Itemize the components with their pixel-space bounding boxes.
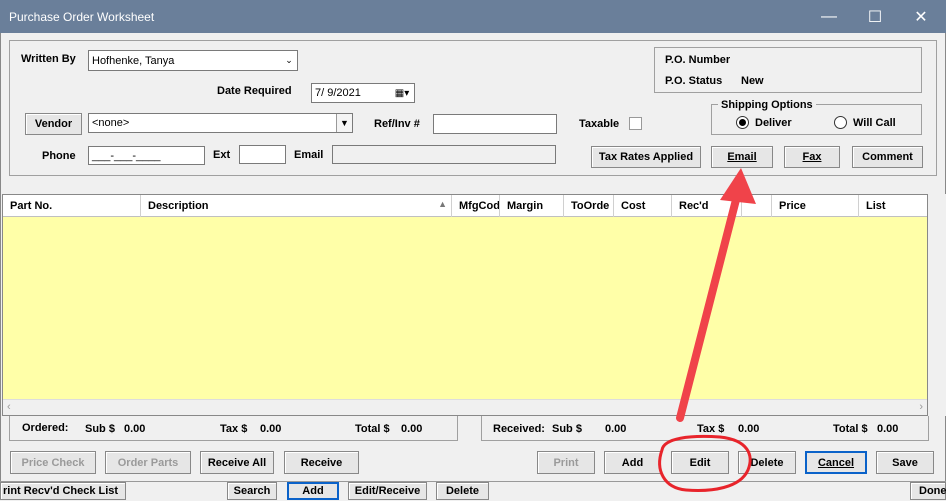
- cancel-button[interactable]: Cancel: [805, 451, 867, 474]
- deliver-label: Deliver: [755, 117, 792, 129]
- received-total-label: Total $: [833, 423, 868, 435]
- scroll-right-icon[interactable]: ›: [919, 401, 923, 413]
- column-part-no[interactable]: Part No.: [3, 195, 141, 217]
- written-by-value: Hofhenke, Tanya: [92, 54, 175, 67]
- will-call-radio[interactable]: [834, 116, 847, 129]
- close-icon: ✕: [914, 8, 928, 26]
- bg-done-button[interactable]: Done: [910, 482, 946, 500]
- received-label: Received:: [493, 423, 545, 435]
- ref-inv-input[interactable]: [433, 114, 557, 134]
- deliver-radio[interactable]: [736, 116, 749, 129]
- fax-button[interactable]: Fax: [784, 146, 840, 168]
- ext-label: Ext: [213, 149, 231, 161]
- ordered-sub-value: 0.00: [124, 423, 146, 435]
- maximize-button[interactable]: ☐: [852, 0, 898, 33]
- ref-inv-label: Ref/Inv #: [374, 118, 420, 130]
- column-toorder[interactable]: ToOrde: [564, 195, 614, 217]
- bg-add-button[interactable]: Add: [287, 482, 339, 500]
- vertical-scrollbar[interactable]: [928, 194, 946, 416]
- written-by-combo[interactable]: Hofhenke, Tanya ⌄: [88, 50, 298, 71]
- calendar-icon[interactable]: ▦▾: [390, 84, 414, 102]
- shipping-options-title: Shipping Options: [718, 99, 816, 111]
- po-status-label: P.O. Status: [665, 75, 723, 87]
- phone-label: Phone: [42, 150, 76, 162]
- taxable-checkbox[interactable]: [629, 117, 642, 130]
- date-required-field[interactable]: 7/ 9/2021 ▦▾: [311, 83, 415, 103]
- ordered-total-label: Total $: [355, 423, 390, 435]
- chevron-down-icon: ▼: [336, 114, 352, 132]
- minimize-button[interactable]: —: [806, 0, 852, 33]
- po-status-value: New: [741, 75, 764, 87]
- order-parts-button[interactable]: Order Parts: [105, 451, 191, 474]
- minimize-icon: —: [821, 7, 837, 25]
- delete-button[interactable]: Delete: [738, 451, 796, 474]
- email-label: Email: [294, 149, 324, 161]
- title-bar: Purchase Order Worksheet — ☐ ✕: [0, 0, 946, 33]
- vendor-combo[interactable]: <none> ▼: [88, 113, 353, 133]
- bg-search-button[interactable]: Search: [227, 482, 277, 500]
- column-recd[interactable]: Rec'd: [672, 195, 742, 217]
- tax-rates-applied-button[interactable]: Tax Rates Applied: [591, 146, 701, 168]
- scroll-left-icon[interactable]: ‹: [7, 401, 11, 413]
- email-input[interactable]: [332, 145, 556, 164]
- ordered-label: Ordered:: [22, 422, 69, 434]
- vendor-button[interactable]: Vendor: [25, 113, 82, 135]
- edit-button[interactable]: Edit: [671, 451, 729, 474]
- ordered-tax-label: Tax $: [220, 423, 248, 435]
- received-sub-value: 0.00: [605, 423, 627, 435]
- received-tax-value: 0.00: [738, 423, 760, 435]
- print-button[interactable]: Print: [537, 451, 595, 474]
- date-required-value: 7/ 9/2021: [315, 87, 361, 99]
- column-cost[interactable]: Cost: [614, 195, 672, 217]
- maximize-icon: ☐: [867, 8, 883, 26]
- column-description[interactable]: Description ▲: [141, 195, 452, 217]
- column-blank[interactable]: [742, 195, 772, 217]
- column-list[interactable]: List: [859, 195, 929, 217]
- column-price[interactable]: Price: [772, 195, 859, 217]
- will-call-label: Will Call: [853, 117, 896, 129]
- radio-selected-dot: [739, 119, 746, 126]
- comment-button[interactable]: Comment: [852, 146, 923, 168]
- print-recvd-check-list-button[interactable]: rint Recv'd Check List: [0, 482, 126, 500]
- column-margin[interactable]: Margin: [500, 195, 564, 217]
- add-button[interactable]: Add: [604, 451, 661, 474]
- bg-delete-button[interactable]: Delete: [436, 482, 489, 500]
- received-total-value: 0.00: [877, 423, 899, 435]
- column-mfgcode[interactable]: MfgCod: [452, 195, 500, 217]
- ordered-tax-value: 0.00: [260, 423, 282, 435]
- ordered-total-value: 0.00: [401, 423, 423, 435]
- vendor-value: <none>: [92, 117, 130, 129]
- written-by-label: Written By: [21, 53, 76, 65]
- column-description-label: Description: [148, 200, 209, 212]
- horizontal-scrollbar[interactable]: ‹ ›: [3, 399, 927, 415]
- po-number-label: P.O. Number: [665, 54, 731, 66]
- parts-grid[interactable]: Part No. Description ▲ MfgCod Margin ToO…: [2, 194, 928, 416]
- sort-ascending-icon: ▲: [438, 199, 447, 209]
- receive-all-button[interactable]: Receive All: [200, 451, 274, 474]
- ext-input[interactable]: [239, 145, 286, 164]
- close-button[interactable]: ✕: [898, 0, 944, 33]
- grid-header: Part No. Description ▲ MfgCod Margin ToO…: [3, 195, 927, 217]
- chevron-down-icon: ⌄: [285, 55, 293, 65]
- receive-button[interactable]: Receive: [284, 451, 359, 474]
- phone-input[interactable]: ___-___-____: [88, 146, 205, 165]
- bg-edit-receive-button[interactable]: Edit/Receive: [348, 482, 427, 500]
- save-button[interactable]: Save: [876, 451, 934, 474]
- received-tax-label: Tax $: [697, 423, 725, 435]
- received-sub-label: Sub $: [552, 423, 582, 435]
- ordered-sub-label: Sub $: [85, 423, 115, 435]
- date-required-label: Date Required: [217, 85, 292, 97]
- taxable-label: Taxable: [579, 118, 620, 130]
- window-title: Purchase Order Worksheet: [9, 10, 155, 24]
- price-check-button[interactable]: Price Check: [10, 451, 96, 474]
- email-button[interactable]: Email: [711, 146, 773, 168]
